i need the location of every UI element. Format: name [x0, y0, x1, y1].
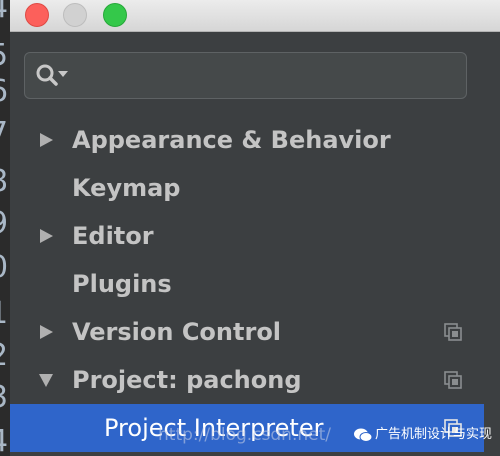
- search-icon[interactable]: [35, 63, 75, 89]
- tree-item-label: Version Control: [72, 318, 282, 346]
- tree-item-editor[interactable]: Editor: [10, 212, 484, 260]
- line-number: 1: [0, 290, 9, 338]
- line-number: 8: [0, 158, 9, 206]
- tree-item-label: Keymap: [72, 174, 181, 202]
- line-number: 0: [0, 244, 9, 292]
- project-level-settings-icon: [444, 323, 462, 341]
- settings-tree: Appearance & Behavior Keymap Editor Plug…: [10, 116, 500, 452]
- line-number: 9: [0, 200, 9, 248]
- settings-panel: Appearance & Behavior Keymap Editor Plug…: [10, 32, 500, 456]
- tree-item-label: Project: pachong: [72, 366, 302, 394]
- tree-item-project-pachong[interactable]: Project: pachong: [10, 356, 484, 404]
- tree-item-label: Appearance & Behavior: [72, 126, 391, 154]
- tree-item-label: Plugins: [72, 270, 172, 298]
- tree-item-keymap[interactable]: Keymap: [10, 164, 484, 212]
- minimize-window-button[interactable]: [63, 3, 87, 27]
- line-number: 3: [0, 374, 9, 422]
- close-window-button[interactable]: [25, 3, 49, 27]
- url-watermark: http://blog.csdn.net/: [158, 425, 331, 445]
- expand-arrow-icon[interactable]: [38, 228, 54, 244]
- tree-item-plugins[interactable]: Plugins: [10, 260, 484, 308]
- preferences-dialog: 4 5 6 7 8 9 0 1 2 3 4: [0, 0, 500, 456]
- tree-item-version-control[interactable]: Version Control: [10, 308, 484, 356]
- editor-line-number-gutter: 4 5 6 7 8 9 0 1 2 3 4: [0, 0, 10, 456]
- line-number: 4: [0, 418, 9, 456]
- line-number: 6: [0, 68, 9, 116]
- zoom-window-button[interactable]: [103, 3, 127, 27]
- collapse-arrow-icon[interactable]: [38, 372, 54, 388]
- tree-item-label: Editor: [72, 222, 154, 250]
- window-title-bar: [10, 0, 500, 32]
- chat-bubble-logo-icon: [354, 428, 373, 442]
- expand-arrow-icon[interactable]: [38, 324, 54, 340]
- line-number: 4: [0, 0, 9, 32]
- settings-search-box[interactable]: [24, 52, 467, 99]
- expand-arrow-icon[interactable]: [38, 132, 54, 148]
- tree-item-appearance-behavior[interactable]: Appearance & Behavior: [10, 116, 484, 164]
- line-number: 7: [0, 110, 9, 158]
- brand-watermark: 广告机制设计与实现: [375, 427, 493, 442]
- project-level-settings-icon: [444, 371, 462, 389]
- line-number: 2: [0, 332, 9, 380]
- search-input[interactable]: [81, 59, 465, 95]
